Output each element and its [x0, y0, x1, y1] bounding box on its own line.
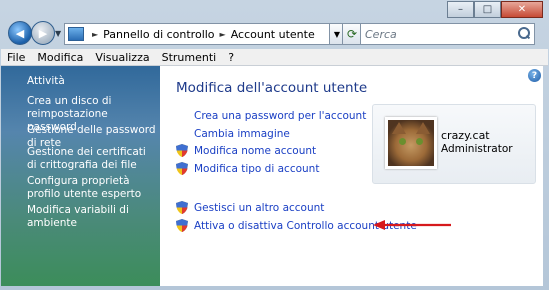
- search-icon[interactable]: [517, 27, 531, 41]
- main-content: ? Modifica dell'account utente Crea una …: [160, 66, 543, 286]
- search-input[interactable]: [361, 26, 517, 42]
- arrow-right-icon: ▶: [38, 26, 48, 40]
- account-name: crazy.cat: [441, 129, 490, 142]
- sidebar-item-environment-variables[interactable]: Modifica variabili di ambiente: [27, 204, 161, 230]
- navigation-bar: ◀ ▶ ▼ ► Pannello di controllo ► Account …: [0, 17, 549, 49]
- breadcrumb-separator: ►: [219, 29, 226, 39]
- sidebar-item-advanced-profile[interactable]: Configura proprietà profilo utente esper…: [27, 175, 151, 201]
- control-panel-icon: [68, 27, 84, 41]
- refresh-icon: ⟳: [346, 27, 358, 41]
- sidebar-item-encryption-certificates[interactable]: Gestione dei certificati di crittografia…: [27, 146, 151, 172]
- minimize-button[interactable]: –: [447, 1, 474, 18]
- uac-shield-icon: [176, 162, 188, 175]
- address-bar[interactable]: ► Pannello di controllo ► Account utente: [64, 23, 330, 45]
- forward-button[interactable]: ▶: [31, 21, 55, 45]
- close-button[interactable]: ✕: [501, 1, 543, 18]
- breadcrumb-user-accounts[interactable]: Account utente: [231, 28, 315, 41]
- window-controls: – □ ✕: [447, 1, 543, 18]
- link-change-account-name[interactable]: Modifica nome account: [194, 145, 316, 157]
- search-box[interactable]: [360, 23, 535, 45]
- recent-pages-dropdown[interactable]: ▼: [55, 29, 61, 38]
- menu-file[interactable]: File: [1, 51, 31, 64]
- menu-help[interactable]: ?: [222, 51, 240, 64]
- breadcrumb-control-panel[interactable]: Pannello di controllo: [103, 28, 214, 41]
- menu-strumenti[interactable]: Strumenti: [156, 51, 223, 64]
- menu-bar: File Modifica Visualizza Strumenti ?: [1, 49, 548, 66]
- breadcrumb-separator: ►: [92, 29, 99, 39]
- task-sidebar: Attività Crea un disco di reimpostazione…: [1, 66, 160, 286]
- sidebar-heading: Attività: [27, 75, 65, 87]
- refresh-button[interactable]: ⟳: [342, 23, 362, 45]
- link-manage-other-account[interactable]: Gestisci un altro account: [194, 202, 324, 214]
- red-arrow-icon: [373, 220, 451, 230]
- avatar[interactable]: [385, 117, 437, 169]
- chevron-down-icon: ▼: [333, 29, 341, 39]
- link-change-picture[interactable]: Cambia immagine: [194, 128, 290, 140]
- window-frame: – □ ✕ ◀ ▶ ▼ ► Pannello di controllo ► Ac…: [0, 0, 549, 290]
- account-type: Administrator: [441, 143, 513, 155]
- link-change-account-type[interactable]: Modifica tipo di account: [194, 163, 319, 175]
- uac-shield-icon: [176, 201, 188, 214]
- uac-shield-icon: [176, 144, 188, 157]
- menu-visualizza[interactable]: Visualizza: [89, 51, 155, 64]
- help-icon[interactable]: ?: [528, 69, 541, 82]
- maximize-button[interactable]: □: [474, 1, 501, 18]
- back-button[interactable]: ◀: [8, 21, 32, 45]
- page-title: Modifica dell'account utente: [176, 80, 368, 96]
- uac-shield-icon: [176, 219, 188, 232]
- arrow-left-icon: ◀: [15, 26, 25, 40]
- account-card: crazy.cat Administrator: [372, 104, 536, 184]
- link-create-password[interactable]: Crea una password per l'account: [194, 110, 366, 122]
- menu-modifica[interactable]: Modifica: [31, 51, 89, 64]
